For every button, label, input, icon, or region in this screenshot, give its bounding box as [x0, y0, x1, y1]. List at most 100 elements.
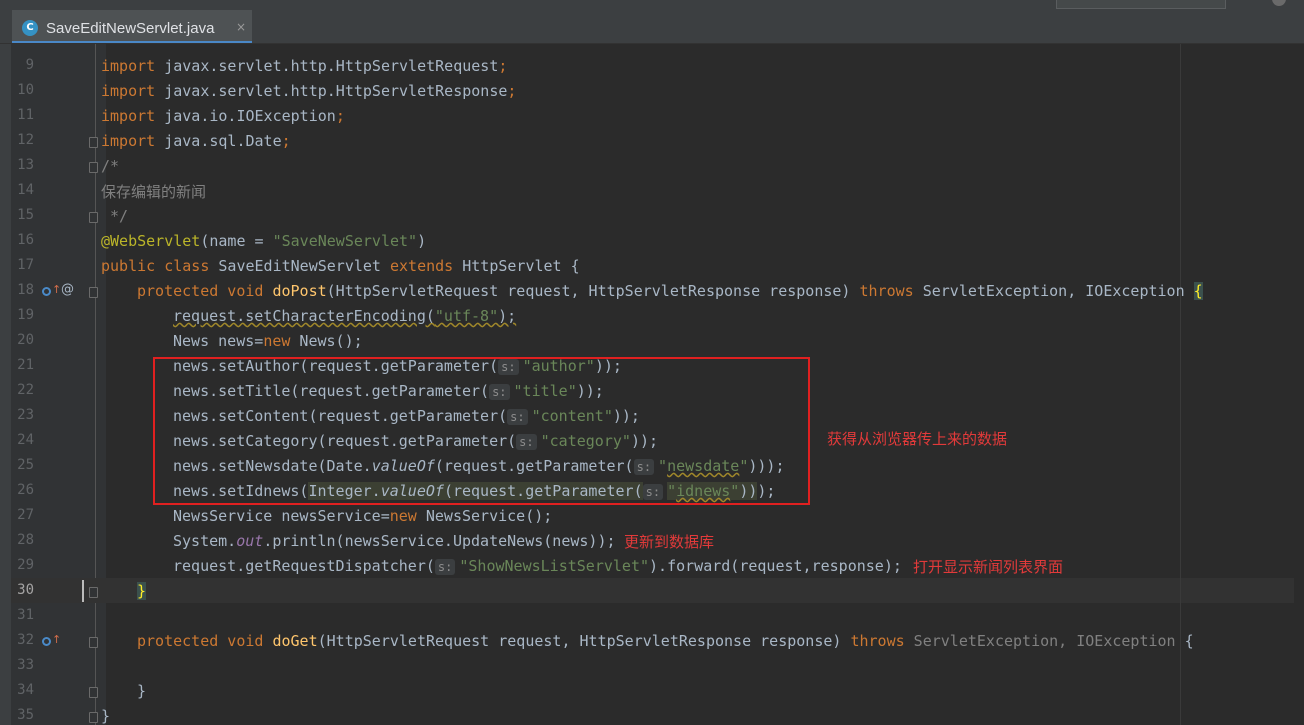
semicolon: ; [335, 107, 345, 125]
code-text: java.sql.Date [155, 132, 282, 150]
fold-marker-icon[interactable] [89, 687, 98, 698]
keyword: new [263, 332, 291, 350]
project-tool-strip[interactable] [0, 44, 11, 725]
search-input[interactable] [1056, 0, 1226, 9]
fold-marker-icon[interactable] [89, 162, 98, 173]
line-number: 15 [17, 207, 34, 223]
code-line-29[interactable]: request.getRequestDispatcher(s: "ShowNews… [173, 557, 902, 575]
keyword: import [101, 107, 156, 125]
code-text: SaveEditNewServlet [209, 257, 390, 275]
code-line-16[interactable]: @WebServlet(name = "SaveNewServlet") [101, 232, 426, 250]
code-text: ) [417, 232, 427, 250]
fold-marker-icon[interactable] [89, 587, 98, 598]
line-number: 21 [17, 357, 34, 373]
implements-method-icon[interactable] [42, 637, 51, 646]
override-arrow-icon[interactable]: ↑ [52, 283, 61, 296]
keyword: import [101, 82, 156, 100]
code-line-9[interactable]: import javax.servlet.http.HttpServletReq… [101, 57, 507, 75]
line-number: 18 [17, 282, 34, 298]
code-line-34[interactable]: } [137, 682, 146, 700]
line-number: 11 [17, 107, 34, 123]
settings-icon[interactable] [1272, 0, 1286, 6]
line-number: 12 [17, 132, 34, 148]
code-line-35[interactable]: } [101, 707, 110, 725]
code-line-12[interactable]: import java.sql.Date; [101, 132, 291, 150]
fold-marker-icon[interactable] [89, 287, 98, 298]
code-text: { [1175, 632, 1194, 650]
line-number: 17 [17, 257, 34, 273]
code-text: (HttpServletRequest request, HttpServlet… [317, 632, 851, 650]
code-text: News news= [173, 332, 264, 350]
code-text: request.setCharacterEncoding( [173, 307, 435, 325]
line-number: 22 [17, 382, 34, 398]
keyword: import [101, 57, 156, 75]
line-number: 25 [17, 457, 34, 473]
string-literal: "utf-8" [434, 307, 499, 325]
line-number: 24 [17, 432, 34, 448]
code-line-10[interactable]: import javax.servlet.http.HttpServletRes… [101, 82, 516, 100]
annotation-icon[interactable]: @ [61, 282, 74, 297]
line-number: 28 [17, 532, 34, 548]
semicolon: ; [507, 82, 517, 100]
vertical-scrollbar[interactable] [1294, 44, 1304, 725]
override-arrow-icon[interactable]: ↑ [52, 633, 61, 646]
line-number: 29 [17, 557, 34, 573]
line-number: 20 [17, 332, 34, 348]
keyword: public class [101, 257, 210, 275]
code-line-19[interactable]: request.setCharacterEncoding("utf-8"); [173, 307, 516, 325]
tab-savedit-servlet[interactable]: C SaveEditNewServlet.java × [12, 10, 252, 44]
code-text: .println(newsService.UpdateNews(news)); [263, 532, 616, 550]
tab-divider [0, 43, 1304, 44]
fold-marker-icon[interactable] [89, 637, 98, 648]
code-text: (HttpServletRequest request, HttpServlet… [326, 282, 860, 300]
line-number-current: 30 [17, 582, 34, 598]
code-line-20[interactable]: News news=new News(); [173, 332, 363, 350]
close-icon[interactable]: × [236, 20, 246, 34]
code-line-28[interactable]: System.out.println(newsService.UpdateNew… [173, 532, 616, 550]
code-line-17[interactable]: public class SaveEditNewServlet extends … [101, 257, 580, 275]
note-get-data: 获得从浏览器传上来的数据 [827, 430, 1008, 448]
line-number: 26 [17, 482, 34, 498]
code-line-13[interactable]: /* [101, 157, 119, 175]
fold-marker-icon[interactable] [89, 712, 98, 723]
code-text: News(); [290, 332, 363, 350]
semicolon: ; [498, 57, 508, 75]
code-line-11[interactable]: import java.io.IOException; [101, 107, 345, 125]
code-line-18[interactable]: protected void doPost(HttpServletRequest… [137, 282, 1203, 300]
method-name: doGet [263, 632, 318, 650]
keyword: throws [859, 282, 914, 300]
keyword: new [389, 507, 417, 525]
line-number: 31 [17, 607, 34, 623]
right-margin-guide [1180, 44, 1181, 725]
string-literal: "SaveNewServlet" [272, 232, 418, 250]
annotation: @WebServlet [101, 232, 201, 250]
code-text: ); [498, 307, 517, 325]
line-number: 35 [17, 707, 34, 723]
editor-tab-bar: C SaveEditNewServlet.java × [0, 0, 1304, 44]
current-line-highlight [11, 578, 1304, 603]
code-text: javax.servlet.http.HttpServletRequest [155, 57, 499, 75]
code-line-14[interactable]: 保存编辑的新闻 [101, 181, 206, 202]
code-line-15[interactable]: */ [101, 207, 128, 225]
code-line-30[interactable]: } [137, 582, 147, 600]
brace-match: } [137, 582, 147, 600]
c-class-icon: C [22, 20, 38, 36]
unused-code-text: ServletException, IOException [904, 632, 1176, 650]
brace-match: { [1193, 282, 1203, 300]
code-text: HttpServlet { [453, 257, 580, 275]
code-line-32[interactable]: protected void doGet(HttpServletRequest … [137, 632, 1194, 650]
note-update-db: 更新到数据库 [624, 533, 715, 551]
code-line-27[interactable]: NewsService newsService=new NewsService(… [173, 507, 552, 525]
line-number: 19 [17, 307, 34, 323]
method-name: doPost [263, 282, 327, 300]
implements-method-icon[interactable] [42, 287, 51, 296]
fold-marker-icon[interactable] [89, 212, 98, 223]
text-caret [82, 580, 84, 602]
code-text: System. [173, 532, 237, 550]
keyword: extends [390, 257, 454, 275]
keyword: import [101, 132, 156, 150]
code-text: javax.servlet.http.HttpServletResponse [155, 82, 508, 100]
static-field: out [236, 532, 264, 550]
fold-marker-icon[interactable] [89, 137, 98, 148]
line-number: 32 [17, 632, 34, 648]
